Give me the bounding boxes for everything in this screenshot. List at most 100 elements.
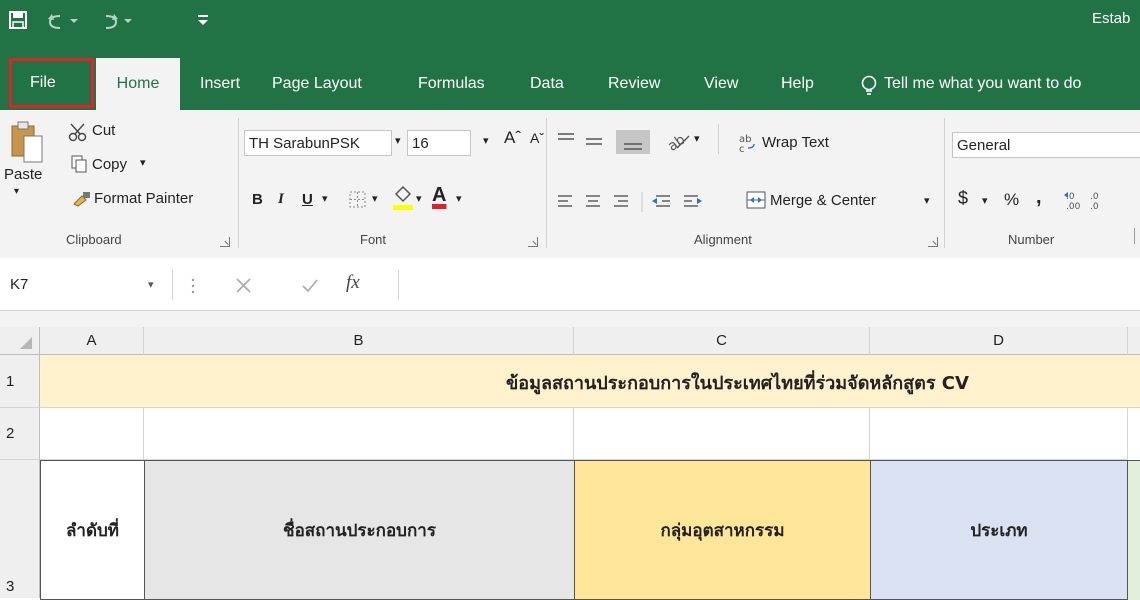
font-name-value: TH SarabunPSK (249, 135, 360, 152)
svg-text:ab: ab (665, 132, 689, 152)
currency-button[interactable]: $ (958, 188, 968, 209)
tab-page-layout[interactable]: Page Layout (272, 58, 362, 110)
header-cell-b3[interactable]: ชื่อสถานประกอบการ (144, 460, 575, 600)
tab-view[interactable]: View (704, 58, 738, 110)
formula-bar: K7 ▾ fx (0, 258, 1140, 311)
comma-button[interactable]: , (1036, 186, 1042, 209)
column-header-c[interactable]: C (574, 327, 870, 355)
tell-me-search[interactable]: Tell me what you want to do (884, 58, 1081, 110)
svg-text:.0: .0 (1090, 202, 1099, 212)
row-header-3[interactable]: 3 (0, 460, 40, 598)
save-icon[interactable] (8, 10, 28, 30)
column-header-b[interactable]: B (144, 327, 574, 355)
customize-qat-icon[interactable] (196, 12, 210, 28)
font-color-button[interactable]: A (432, 184, 446, 207)
svg-text:.0: .0 (1090, 192, 1099, 202)
fill-color-icon[interactable] (392, 184, 414, 214)
header-company-name: ชื่อสถานประกอบการ (283, 520, 436, 541)
header-cell-e3[interactable] (1128, 460, 1140, 600)
font-color-dropdown-arrow[interactable]: ▾ (456, 192, 462, 205)
fill-color-dropdown-arrow[interactable]: ▾ (416, 192, 422, 205)
cell-a2[interactable] (40, 408, 144, 460)
title-row-cell[interactable]: ข้อมูลสถานประกอบการในประเทศไทยที่ร่วมจัด… (40, 355, 1140, 408)
row-header-1[interactable]: 1 (0, 355, 40, 408)
column-header-a[interactable]: A (40, 327, 144, 355)
header-cell-a3[interactable]: ลำดับที่ (40, 460, 145, 600)
formula-input[interactable] (398, 270, 1140, 300)
insert-function-button[interactable]: fx (346, 272, 360, 294)
font-size-combo[interactable]: 16 (407, 130, 471, 156)
alignment-group-label: Alignment (694, 232, 752, 247)
wrap-text-icon: ab c (739, 134, 755, 154)
merge-center-dropdown-arrow[interactable]: ▾ (924, 194, 930, 207)
name-box[interactable]: K7 ▾ (0, 270, 173, 300)
redo-icon[interactable] (98, 10, 142, 30)
row-header-2[interactable]: 2 (0, 408, 40, 460)
bold-button[interactable]: B (252, 191, 263, 208)
font-launcher-icon[interactable] (528, 237, 538, 247)
header-cell-c3[interactable]: กลุ่มอุตสาหกรรม (574, 460, 871, 600)
tab-formulas[interactable]: Formulas (418, 58, 485, 110)
cancel-icon[interactable] (234, 276, 254, 296)
paste-icon[interactable] (10, 120, 44, 164)
window-title: Estab (1092, 10, 1131, 27)
format-painter-button[interactable]: Format Painter (94, 190, 193, 207)
formula-bar-grip-icon[interactable] (190, 276, 196, 296)
tab-data[interactable]: Data (530, 58, 564, 110)
lightbulb-icon (861, 75, 877, 95)
tab-insert[interactable]: Insert (200, 58, 240, 110)
underline-button[interactable]: U (302, 191, 313, 208)
undo-icon[interactable] (46, 10, 90, 30)
percent-button[interactable]: % (1004, 190, 1019, 210)
header-type: ประเภท (970, 520, 1028, 541)
horizontal-align-and-indent-icons[interactable] (556, 192, 708, 212)
copy-icon (71, 155, 87, 173)
format-painter-icon (73, 192, 90, 207)
italic-button[interactable]: I (278, 191, 284, 208)
borders-dropdown-arrow[interactable]: ▾ (372, 192, 378, 205)
header-cell-d3[interactable]: ประเภท (870, 460, 1128, 600)
separator (944, 118, 945, 248)
vertical-align-icons[interactable] (556, 130, 652, 154)
ribbon-home: Paste ▾ Cut Copy ▾ Format Painter Clipbo… (0, 110, 1140, 259)
cell-b2[interactable] (144, 408, 574, 460)
ribbon-tab-bar: File Home Insert Page Layout Formulas Da… (0, 58, 1140, 110)
font-size-dropdown-arrow[interactable]: ▾ (483, 134, 489, 147)
clipboard-launcher-icon[interactable] (220, 237, 230, 247)
font-name-combo[interactable]: TH SarabunPSK (244, 130, 392, 156)
name-box-dropdown-arrow[interactable]: ▾ (148, 278, 154, 291)
title-row-text: ข้อมูลสถานประกอบการในประเทศไทยที่ร่วมจัด… (506, 373, 969, 394)
tab-file[interactable]: File (9, 58, 94, 108)
paste-dropdown-arrow[interactable]: ▾ (14, 186, 19, 197)
currency-dropdown-arrow[interactable]: ▾ (982, 194, 988, 207)
tab-review[interactable]: Review (608, 58, 660, 110)
select-all-triangle-icon (20, 337, 32, 349)
decrease-font-size-icon[interactable]: Aˇ (530, 130, 544, 146)
separator (546, 118, 547, 248)
enter-icon[interactable] (300, 276, 320, 296)
column-header-d[interactable]: D (870, 327, 1128, 355)
tab-help[interactable]: Help (781, 58, 814, 110)
underline-dropdown-arrow[interactable]: ▾ (322, 192, 328, 205)
cell-c2[interactable] (574, 408, 870, 460)
paste-label[interactable]: Paste (4, 166, 42, 183)
select-all-corner[interactable] (0, 327, 40, 355)
increase-font-size-icon[interactable]: Aˆ (504, 128, 521, 148)
merge-center-button[interactable]: Merge & Center (770, 192, 876, 209)
borders-icon[interactable] (348, 190, 368, 210)
copy-dropdown-arrow[interactable]: ▾ (140, 156, 146, 169)
decimal-adjust-icons[interactable]: .0 .00 .0 .0 (1064, 190, 1140, 212)
font-group-label: Font (360, 232, 387, 247)
column-header-e[interactable] (1128, 327, 1140, 355)
orientation-icon[interactable]: ab (665, 130, 691, 152)
cut-button[interactable]: Cut (92, 122, 115, 139)
wrap-text-button[interactable]: Wrap Text (762, 134, 829, 151)
copy-button[interactable]: Copy (92, 156, 127, 173)
number-format-combo[interactable]: General (952, 132, 1140, 158)
title-bar-spacer (0, 42, 1140, 58)
orientation-dropdown-arrow[interactable]: ▾ (694, 132, 700, 145)
tab-home[interactable]: Home (96, 58, 180, 110)
font-name-dropdown-arrow[interactable]: ▾ (395, 134, 401, 147)
cell-d2[interactable] (870, 408, 1128, 460)
alignment-launcher-icon[interactable] (928, 237, 938, 247)
